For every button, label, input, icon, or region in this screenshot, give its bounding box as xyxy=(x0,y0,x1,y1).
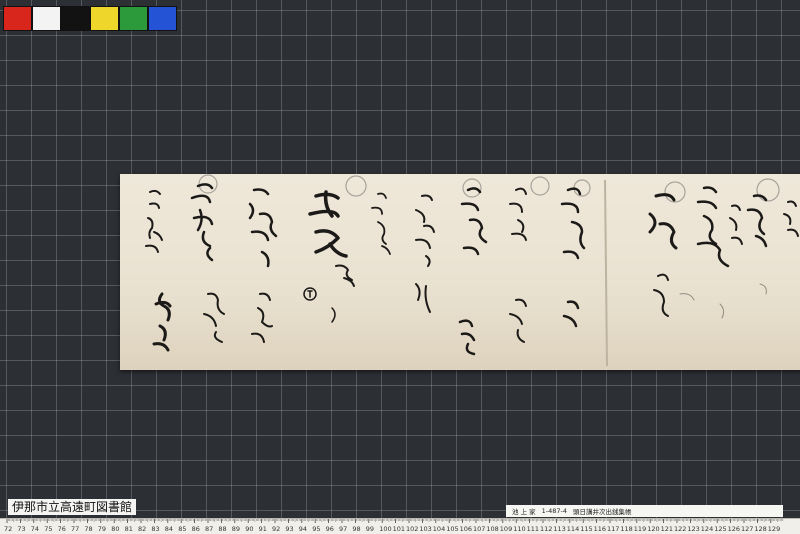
ruler-number: 77 xyxy=(71,525,79,533)
ruler-number: 93 xyxy=(285,525,293,533)
ruler-number: 106 xyxy=(460,525,472,533)
ruler-number: 108 xyxy=(486,525,498,533)
color-swatch xyxy=(119,6,148,31)
color-swatch xyxy=(90,6,119,31)
ruler-number: 111 xyxy=(527,525,539,533)
ruler-number: 113 xyxy=(553,525,565,533)
ruler-number: 127 xyxy=(741,525,753,533)
ruler-number: 98 xyxy=(352,525,360,533)
ruler-number: 123 xyxy=(687,525,699,533)
ruler-number: 92 xyxy=(272,525,280,533)
ruler-number: 101 xyxy=(393,525,405,533)
ruler-number: 72 xyxy=(4,525,12,533)
ruler-number: 115 xyxy=(580,525,592,533)
ruler-number: 120 xyxy=(647,525,659,533)
ruler-scale: 72 73 74 75 76 77 78 79 80 81 82 83 84 85 86 87 88 89 90 91… xyxy=(4,519,784,533)
ruler-number: 125 xyxy=(714,525,726,533)
ruler-number: 79 xyxy=(98,525,106,533)
ruler-number: 84 xyxy=(165,525,173,533)
ruler-number: 86 xyxy=(192,525,200,533)
ruler-number: 85 xyxy=(178,525,186,533)
ruler-number: 118 xyxy=(620,525,632,533)
ruler-number: 110 xyxy=(513,525,525,533)
ruler-number: 78 xyxy=(84,525,92,533)
ruler-number: 122 xyxy=(674,525,686,533)
ruler-number: 114 xyxy=(567,525,579,533)
ruler-number: 97 xyxy=(339,525,347,533)
ruler-number: 126 xyxy=(728,525,740,533)
ruler-number: 99 xyxy=(366,525,374,533)
ruler-number: 87 xyxy=(205,525,213,533)
ruler-number: 107 xyxy=(473,525,485,533)
ruler-number: 81 xyxy=(125,525,133,533)
historical-document-scroll xyxy=(120,174,800,370)
catalog-location: 池 上 家 xyxy=(512,508,536,516)
ruler-number: 80 xyxy=(111,525,119,533)
ruler-number: 90 xyxy=(245,525,253,533)
ruler-number: 105 xyxy=(446,525,458,533)
catalog-label: 池 上 家 1-487-4 頭日講井次出銭集帳 xyxy=(506,505,783,517)
ruler-number: 96 xyxy=(326,525,334,533)
ruler-number: 100 xyxy=(379,525,391,533)
color-swatch xyxy=(148,6,177,31)
ruler-number: 73 xyxy=(17,525,25,533)
color-swatch xyxy=(61,6,90,31)
ruler-number: 124 xyxy=(701,525,713,533)
ruler-number: 102 xyxy=(406,525,418,533)
ruler-number: 94 xyxy=(299,525,307,533)
ruler-number: 83 xyxy=(151,525,159,533)
ruler-number: 88 xyxy=(218,525,226,533)
ruler-number: 117 xyxy=(607,525,619,533)
ruler-number: 128 xyxy=(754,525,766,533)
measuring-ruler: 72 73 74 75 76 77 78 79 80 81 82 83 84 85 86 87 88 89 90 91… xyxy=(0,518,800,534)
ruler-number: 82 xyxy=(138,525,146,533)
ruler-number: 119 xyxy=(634,525,646,533)
library-label: 伊那市立高遠町図書館 xyxy=(8,499,137,515)
ruler-number: 109 xyxy=(500,525,512,533)
ruler-number: 104 xyxy=(433,525,445,533)
ruler-number: 74 xyxy=(31,525,39,533)
ruler-number: 75 xyxy=(44,525,52,533)
ruler-number: 95 xyxy=(312,525,320,533)
ruler-number: 91 xyxy=(259,525,267,533)
calligraphy-handwriting xyxy=(145,174,799,367)
ruler-number: 89 xyxy=(232,525,240,533)
color-swatch xyxy=(32,6,61,31)
ruler-number: 103 xyxy=(419,525,431,533)
catalog-number: 1-487-4 xyxy=(541,507,568,515)
color-calibration-chart xyxy=(3,6,177,31)
ruler-number: 76 xyxy=(58,525,66,533)
color-swatch xyxy=(3,6,32,31)
ruler-number: 116 xyxy=(594,525,606,533)
catalog-title: 頭日講井次出銭集帳 xyxy=(573,508,632,516)
ruler-number: 121 xyxy=(661,525,673,533)
ruler-number: 129 xyxy=(768,525,780,533)
ruler-number: 112 xyxy=(540,525,552,533)
